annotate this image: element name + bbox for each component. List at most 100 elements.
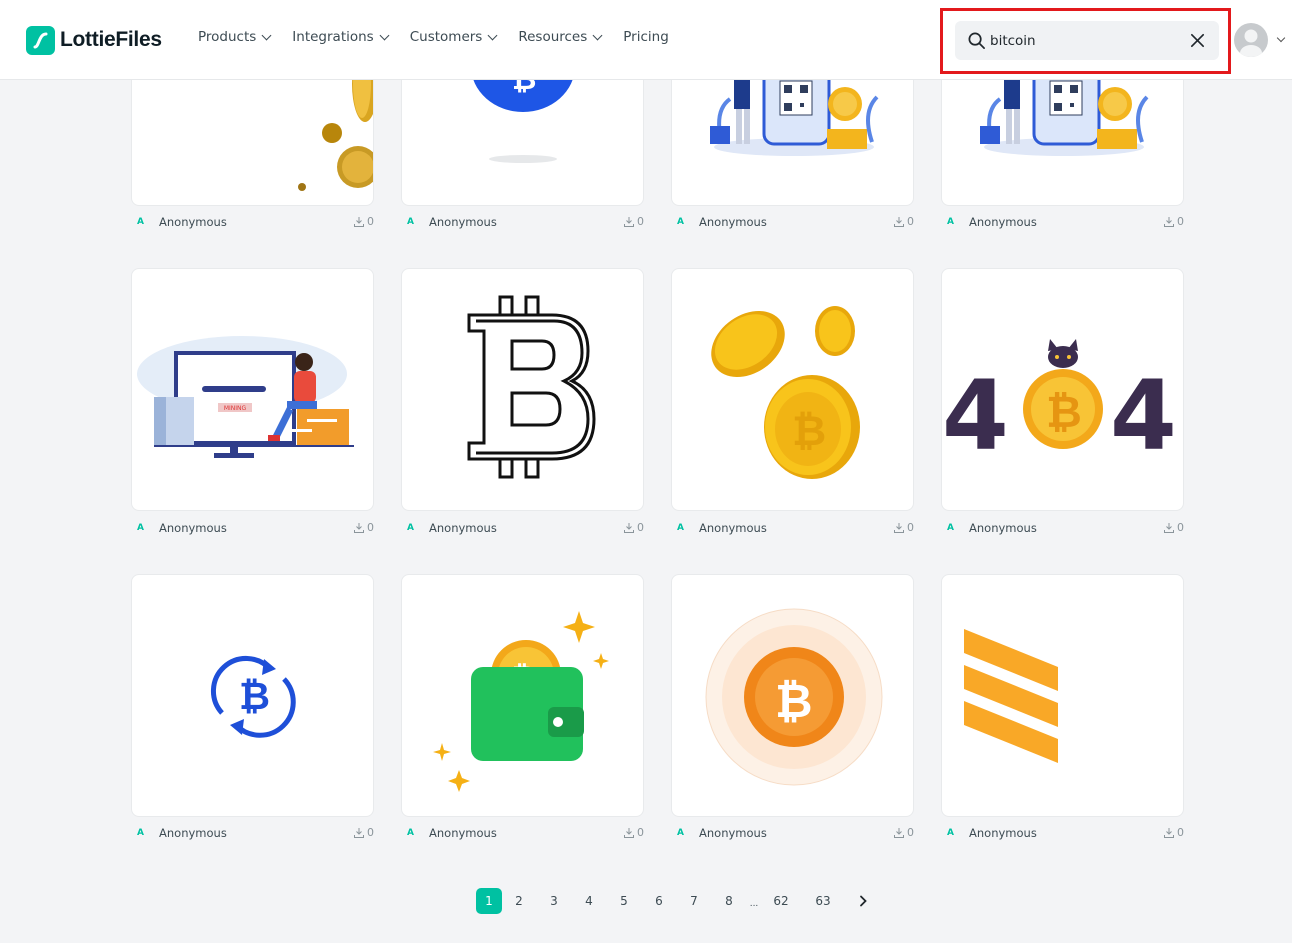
download-icon: [894, 522, 904, 533]
nav-pricing[interactable]: Pricing: [623, 29, 669, 45]
download-count: 0: [1163, 826, 1184, 839]
bitcoin-exchange-illustration: ₿: [210, 655, 296, 738]
download-count-value: 0: [367, 521, 374, 534]
card-meta: A Anonymous 0: [671, 826, 914, 844]
download-count: 0: [353, 826, 374, 839]
author-name[interactable]: Anonymous: [969, 215, 1037, 229]
page-62-button[interactable]: 62: [762, 888, 800, 914]
chevron-right-icon: [860, 895, 867, 907]
card-meta: A Anonymous 0: [131, 826, 374, 844]
download-count-value: 0: [367, 826, 374, 839]
author-avatar-icon: A: [137, 523, 144, 533]
lottiefiles-logo[interactable]: LottieFiles: [26, 24, 162, 56]
digit-four-right: 4: [1110, 360, 1177, 472]
nav-integrations-label: Integrations: [292, 29, 374, 45]
animation-card[interactable]: [941, 574, 1184, 817]
download-icon: [624, 216, 634, 227]
page-4-button[interactable]: 4: [572, 888, 606, 914]
search-bar[interactable]: [955, 21, 1219, 60]
download-count: 0: [623, 826, 644, 839]
animation-card[interactable]: ₿: [131, 574, 374, 817]
card-meta: A Anonymous 0: [401, 521, 644, 539]
animation-card[interactable]: ₿: [401, 574, 644, 817]
author-name[interactable]: Anonymous: [429, 826, 497, 840]
download-icon: [1164, 827, 1174, 838]
author-avatar-icon: A: [947, 523, 954, 533]
author-avatar-icon: A: [677, 828, 684, 838]
animation-card[interactable]: 4 4 ₿: [941, 268, 1184, 511]
author-avatar-icon: A: [947, 828, 954, 838]
download-count: 0: [353, 215, 374, 228]
page-2-button[interactable]: 2: [502, 888, 536, 914]
download-count-value: 0: [907, 521, 914, 534]
author-avatar-icon: A: [677, 523, 684, 533]
page-5-button[interactable]: 5: [606, 888, 642, 914]
author-avatar-icon: A: [677, 217, 684, 227]
pagination: 1 2 3 4 5 6 7 8 ... 62 63: [476, 888, 880, 914]
author-avatar-icon: A: [947, 217, 954, 227]
page-3-button[interactable]: 3: [536, 888, 572, 914]
download-count: 0: [1163, 521, 1184, 534]
download-icon: [1164, 522, 1174, 533]
main-nav: Products Integrations Customers Resource…: [198, 29, 669, 45]
user-icon: [1240, 29, 1262, 57]
author-name[interactable]: Anonymous: [429, 521, 497, 535]
author-name[interactable]: Anonymous: [969, 521, 1037, 535]
nav-customers-label: Customers: [409, 29, 483, 45]
nav-pricing-label: Pricing: [623, 29, 669, 45]
search-input[interactable]: [990, 30, 1180, 52]
nav-customers[interactable]: Customers: [409, 29, 498, 45]
chevron-down-icon[interactable]: [1276, 33, 1286, 43]
bitcoin-mining-illustration: MINING: [137, 336, 354, 458]
card-meta: A Anonymous 0: [941, 215, 1184, 233]
nav-integrations[interactable]: Integrations: [292, 29, 390, 45]
download-count-value: 0: [907, 215, 914, 228]
card-meta: A Anonymous 0: [131, 521, 374, 539]
download-count: 0: [893, 215, 914, 228]
download-count-value: 0: [637, 215, 644, 228]
bitcoin-gold-coins-illustration: ₿: [711, 306, 860, 479]
svg-text:₿: ₿: [239, 674, 270, 718]
bitcoin-wallet-illustration: ₿: [433, 611, 609, 792]
author-name[interactable]: Anonymous: [699, 215, 767, 229]
nav-products[interactable]: Products: [198, 29, 272, 45]
author-name[interactable]: Anonymous: [699, 521, 767, 535]
close-icon[interactable]: [1189, 32, 1206, 49]
animation-card[interactable]: ₿: [671, 268, 914, 511]
chevron-down-icon: [487, 30, 498, 40]
author-avatar-icon: A: [137, 828, 144, 838]
nav-resources[interactable]: Resources: [518, 29, 603, 45]
card-meta: A Anonymous 0: [401, 215, 644, 233]
animation-card[interactable]: [401, 268, 644, 511]
page-6-button[interactable]: 6: [642, 888, 676, 914]
page-8-button[interactable]: 8: [712, 888, 746, 914]
download-count-value: 0: [1177, 826, 1184, 839]
author-name[interactable]: Anonymous: [699, 826, 767, 840]
download-icon: [894, 827, 904, 838]
download-count-value: 0: [367, 215, 374, 228]
search-icon: [968, 32, 985, 49]
next-page-button[interactable]: [846, 888, 880, 914]
animation-card[interactable]: MINING: [131, 268, 374, 511]
download-icon: [624, 522, 634, 533]
author-name[interactable]: Anonymous: [969, 826, 1037, 840]
author-name[interactable]: Anonymous: [429, 215, 497, 229]
author-avatar-icon: A: [407, 523, 414, 533]
user-avatar[interactable]: [1234, 23, 1268, 57]
author-name[interactable]: Anonymous: [159, 826, 227, 840]
download-count: 0: [1163, 215, 1184, 228]
animation-card[interactable]: ₿: [671, 574, 914, 817]
page-1-button[interactable]: 1: [476, 888, 502, 914]
download-count: 0: [623, 521, 644, 534]
page-7-button[interactable]: 7: [676, 888, 712, 914]
nav-products-label: Products: [198, 29, 257, 45]
author-name[interactable]: Anonymous: [159, 521, 227, 535]
author-avatar-icon: A: [407, 828, 414, 838]
download-icon: [624, 827, 634, 838]
author-name[interactable]: Anonymous: [159, 215, 227, 229]
digit-four-left: 4: [942, 360, 1009, 472]
card-meta: A Anonymous 0: [941, 826, 1184, 844]
page-63-button[interactable]: 63: [800, 888, 846, 914]
lottiefiles-logo-icon: [26, 25, 55, 55]
card-meta: A Anonymous 0: [401, 826, 644, 844]
